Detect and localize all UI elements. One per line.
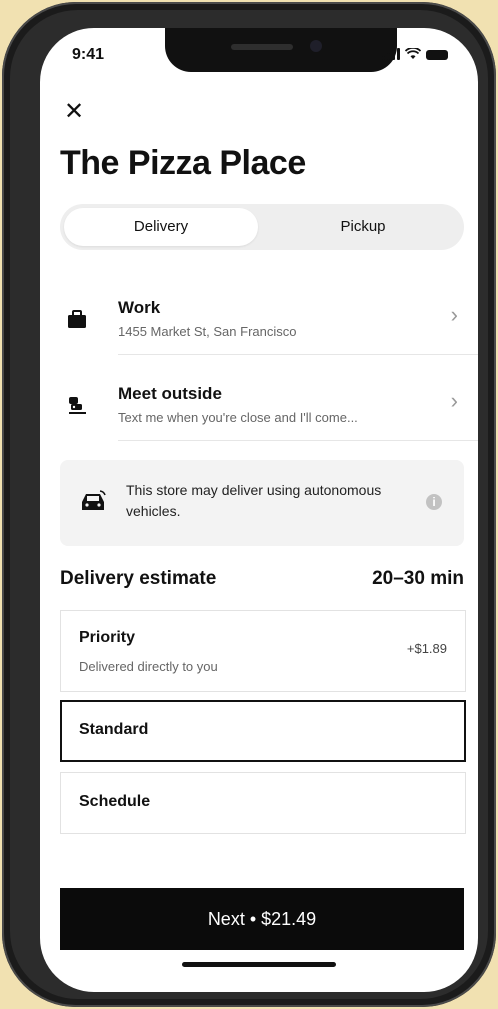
- chevron-right-icon: ›: [450, 388, 458, 413]
- close-icon[interactable]: ✕: [64, 100, 84, 124]
- notch: [165, 28, 397, 72]
- car-icon: [82, 490, 106, 510]
- front-camera: [310, 40, 322, 52]
- battery-icon: [426, 50, 448, 60]
- phone-bezel: 9:41 ✕ The Pizza Place Delivery Pickup W…: [10, 10, 488, 999]
- address-row[interactable]: Work 1455 Market St, San Francisco ›: [40, 276, 478, 360]
- tab-pickup[interactable]: Pickup: [266, 208, 460, 246]
- option-subtitle: Delivered directly to you: [79, 659, 218, 674]
- dropoff-subtitle: Text me when you're close and I'll come.…: [118, 410, 358, 425]
- option-priority[interactable]: Priority Delivered directly to you +$1.8…: [60, 610, 466, 692]
- option-title: Priority: [79, 629, 136, 646]
- chevron-right-icon: ›: [450, 302, 458, 327]
- next-button[interactable]: Next • $21.49: [60, 888, 464, 950]
- divider: [118, 354, 478, 355]
- signal-icon: [382, 48, 400, 60]
- address-subtitle: 1455 Market St, San Francisco: [118, 324, 297, 339]
- option-standard[interactable]: Standard: [60, 700, 466, 762]
- status-time: 9:41: [72, 46, 105, 63]
- briefcase-icon: [68, 310, 86, 328]
- address-title: Work: [118, 298, 161, 317]
- tab-delivery[interactable]: Delivery: [64, 208, 258, 246]
- phone-frame: 9:41 ✕ The Pizza Place Delivery Pickup W…: [2, 2, 496, 1007]
- app-screen: 9:41 ✕ The Pizza Place Delivery Pickup W…: [40, 28, 478, 992]
- info-icon[interactable]: i: [426, 494, 442, 510]
- estimate-label: Delivery estimate: [60, 568, 217, 589]
- option-schedule[interactable]: Schedule: [60, 772, 466, 834]
- option-title: Schedule: [79, 793, 151, 810]
- option-title: Standard: [79, 721, 149, 738]
- delivery-pickup-toggle: Delivery Pickup: [60, 204, 464, 250]
- dropoff-row[interactable]: Meet outside Text me when you're close a…: [40, 362, 478, 446]
- autonomous-notice: This store may deliver using autonomous …: [60, 460, 464, 546]
- option-price: +$1.89: [406, 641, 447, 656]
- page-title: The Pizza Place: [60, 144, 306, 182]
- person-car-icon: [69, 397, 86, 414]
- divider: [118, 440, 478, 441]
- estimate-value: 20–30 min: [372, 568, 464, 589]
- notice-text: This store may deliver using autonomous …: [126, 482, 382, 519]
- status-icons: [382, 48, 448, 60]
- home-indicator[interactable]: [182, 962, 336, 967]
- speaker-grille: [231, 44, 293, 50]
- dropoff-title: Meet outside: [118, 384, 222, 403]
- wifi-icon: [405, 48, 421, 59]
